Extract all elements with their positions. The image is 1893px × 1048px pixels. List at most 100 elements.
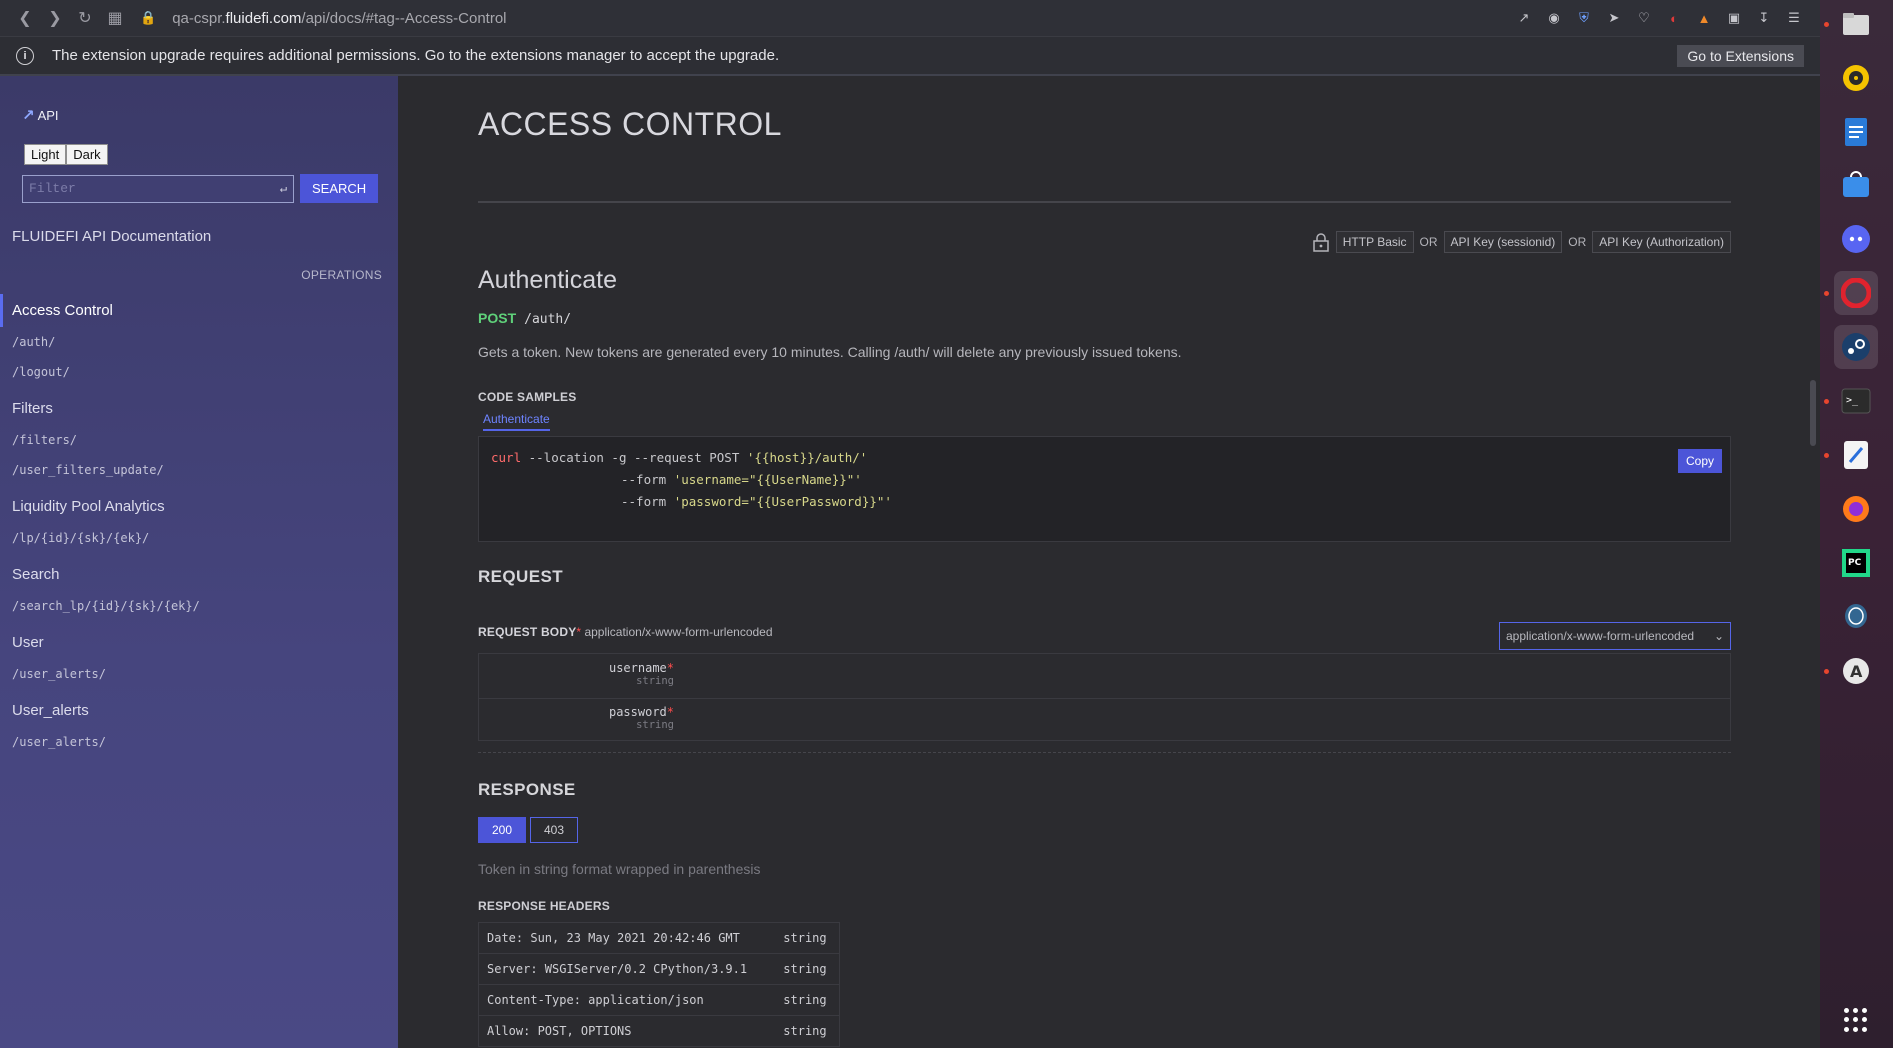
- cube-icon[interactable]: ▣: [1724, 8, 1744, 28]
- response-tab-403[interactable]: 403: [530, 817, 578, 843]
- reload-icon[interactable]: ↻: [70, 3, 100, 33]
- endpoint-path: /auth/: [524, 312, 572, 327]
- menu-icon[interactable]: ☰: [1784, 8, 1804, 28]
- auth-chip-http-basic: HTTP Basic: [1335, 231, 1414, 253]
- steam-icon[interactable]: [1834, 325, 1878, 369]
- header-type: string: [775, 1015, 840, 1047]
- chevron-down-icon: ⌄: [1713, 629, 1724, 643]
- sidebar-group-filters[interactable]: Filters: [0, 392, 398, 425]
- sidebar-link[interactable]: /user_alerts/: [0, 659, 398, 689]
- sidebar-nav: Access Control/auth//logout/Filters/filt…: [0, 294, 398, 757]
- response-code-tabs: 200 403: [478, 817, 578, 843]
- camera-icon[interactable]: ◉: [1544, 8, 1564, 28]
- sidebar-link[interactable]: /logout/: [0, 357, 398, 387]
- auth-chip-sessionid: API Key (sessionid): [1443, 231, 1563, 253]
- forward-icon[interactable]: ❯: [40, 3, 70, 33]
- go-to-extensions-button[interactable]: Go to Extensions: [1677, 44, 1804, 67]
- auth-chip-authorization: API Key (Authorization): [1592, 231, 1731, 253]
- or-separator: OR: [1568, 235, 1587, 249]
- opera-icon[interactable]: [1834, 271, 1878, 315]
- doc-title-link[interactable]: FLUIDEFI API Documentation: [12, 228, 211, 245]
- sidebar-link[interactable]: /user_filters_update/: [0, 455, 398, 485]
- discord-icon[interactable]: [1834, 217, 1878, 261]
- param-username: username* string: [479, 661, 674, 687]
- software-store-icon[interactable]: [1834, 163, 1878, 207]
- copy-button[interactable]: Copy: [1677, 449, 1722, 473]
- operation-endpoint: POST /auth/: [478, 310, 1731, 327]
- show-apps-icon[interactable]: [1844, 1008, 1868, 1032]
- api-logo[interactable]: ↗ API: [22, 106, 59, 124]
- code-line-1: curl --location -g --request POST '{{hos…: [491, 447, 1718, 469]
- param-type: string: [636, 675, 674, 687]
- page-title: ACCESS CONTROL: [478, 106, 782, 142]
- sidebar-group-user[interactable]: User: [0, 626, 398, 659]
- svg-text:A: A: [1850, 662, 1863, 681]
- table-row: Server: WSGIServer/0.2 CPython/3.9.1 stri…: [478, 953, 840, 985]
- enter-icon: ↵: [279, 182, 287, 196]
- heart-icon[interactable]: ♡: [1634, 8, 1654, 28]
- running-indicator: [1824, 291, 1829, 296]
- rhythmbox-icon[interactable]: [1834, 56, 1878, 100]
- filter-input[interactable]: Filter ↵: [22, 174, 294, 203]
- extension-red-icon[interactable]: ◐: [1664, 8, 1684, 28]
- auth-methods: HTTP Basic OR API Key (sessionid) OR API…: [1312, 231, 1731, 253]
- share-icon[interactable]: ↗: [1514, 8, 1534, 28]
- header-name: Date: Sun, 23 May 2021 20:42:46 GMT: [478, 922, 776, 954]
- svg-text:>_: >_: [1846, 395, 1859, 406]
- table-row: Allow: POST, OPTIONS string: [478, 1015, 840, 1047]
- updater-icon[interactable]: A: [1834, 649, 1878, 693]
- padlock-icon: [1313, 233, 1329, 252]
- shield-icon[interactable]: ⛨: [1574, 8, 1594, 28]
- operations-label: OPERATIONS: [301, 268, 382, 282]
- text-editor-icon[interactable]: [1834, 433, 1878, 477]
- param-divider: [479, 698, 1730, 699]
- divider: [478, 752, 1731, 753]
- download-icon[interactable]: ↧: [1754, 8, 1774, 28]
- postgresql-icon[interactable]: [1834, 595, 1878, 639]
- url-prefix: qa-cspr.: [172, 9, 226, 27]
- running-indicator: [1824, 22, 1829, 27]
- info-icon: i: [16, 46, 34, 65]
- code-sample-tab[interactable]: Authenticate: [483, 412, 550, 431]
- request-body-label: REQUEST BODY: [478, 625, 577, 639]
- dark-theme-button[interactable]: Dark: [66, 144, 108, 165]
- back-icon[interactable]: ❮: [10, 3, 40, 33]
- writer-icon[interactable]: [1834, 110, 1878, 154]
- sidebar-link[interactable]: /auth/: [0, 327, 398, 357]
- response-tab-200[interactable]: 200: [478, 817, 526, 843]
- pycharm-icon[interactable]: PC: [1834, 541, 1878, 585]
- light-theme-button[interactable]: Light: [24, 144, 67, 165]
- sidebar-group-access-control[interactable]: Access Control: [0, 294, 398, 327]
- table-row: Content-Type: application/json string: [478, 984, 840, 1016]
- header-type: string: [775, 922, 840, 954]
- sidebar-group-liquidity-pool-analytics[interactable]: Liquidity Pool Analytics: [0, 490, 398, 523]
- sidebar-link[interactable]: /filters/: [0, 425, 398, 455]
- main-content: ACCESS CONTROL HTTP Basic OR API Key (se…: [398, 76, 1820, 1048]
- running-indicator: [1824, 669, 1829, 674]
- send-icon[interactable]: ➤: [1604, 8, 1624, 28]
- header-type: string: [775, 984, 840, 1016]
- content-type-select[interactable]: application/x-www-form-urlencoded ⌄: [1499, 622, 1731, 650]
- terminal-icon[interactable]: >_: [1834, 379, 1878, 423]
- url-host: fluidefi.com: [225, 9, 302, 27]
- sidebar-group-user-alerts[interactable]: User_alerts: [0, 694, 398, 727]
- header-name: Content-Type: application/json: [478, 984, 776, 1016]
- or-separator: OR: [1419, 235, 1438, 249]
- param-name: password: [608, 705, 667, 719]
- filter-row: Filter ↵ SEARCH: [22, 174, 379, 203]
- firefox-icon[interactable]: [1834, 487, 1878, 531]
- page-scrollbar[interactable]: [1810, 380, 1816, 446]
- address-bar[interactable]: 🔒 qa-cspr. fluidefi.com/api/docs/#tag--Ac…: [140, 10, 1514, 27]
- extension-icons: ↗ ◉ ⛨ ➤ ♡ ◐ ▲ ▣ ↧ ☰: [1514, 8, 1804, 28]
- sidebar-link[interactable]: /search_lp/{id}/{sk}/{ek}/: [0, 591, 398, 621]
- files-icon[interactable]: [1834, 2, 1878, 46]
- browser-window: ❮ ❯ ↻ ▦ 🔒 qa-cspr. fluidefi.com/api/docs/…: [0, 0, 1820, 1048]
- sidebar-link[interactable]: /user_alerts/: [0, 727, 398, 757]
- required-mark: *: [666, 705, 674, 719]
- sidebar: ↗ API Light Dark Filter ↵ SEARCH FLUIDEF…: [0, 76, 398, 1048]
- sidebar-group-search[interactable]: Search: [0, 558, 398, 591]
- search-button[interactable]: SEARCH: [300, 174, 379, 203]
- fox-icon[interactable]: ▲: [1694, 8, 1714, 28]
- sidebar-link[interactable]: /lp/{id}/{sk}/{ek}/: [0, 523, 398, 553]
- tabs-grid-icon[interactable]: ▦: [100, 3, 130, 33]
